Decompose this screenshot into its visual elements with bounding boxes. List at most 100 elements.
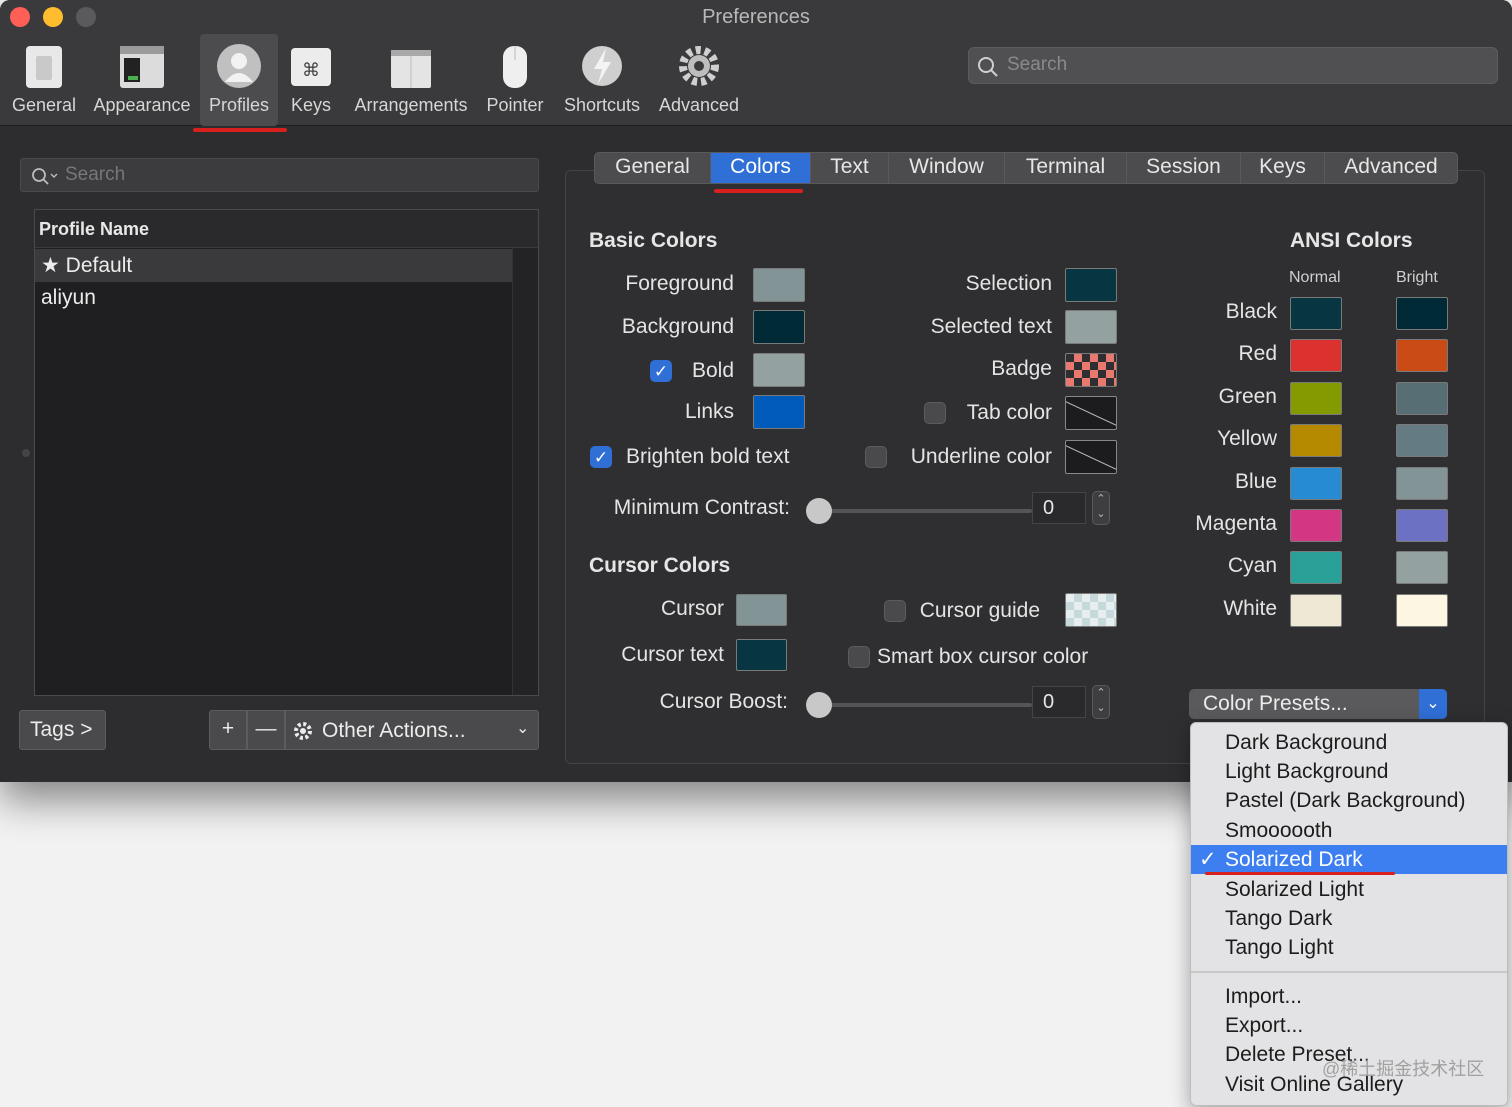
preset-solarized-dark[interactable]: ✓ Solarized Dark [1191, 845, 1507, 874]
ansi-row-label: White [1223, 596, 1277, 620]
watermark: @稀土掘金技术社区 [1322, 1059, 1485, 1079]
ansi-normal-header: Normal [1289, 269, 1341, 286]
preset-tango-light[interactable]: Tango Light [1191, 933, 1507, 962]
preset-solarized-light[interactable]: Solarized Light [1191, 875, 1507, 904]
selected-text-color-well[interactable] [1065, 310, 1117, 344]
badge-label: Badge [991, 357, 1052, 380]
split-view-handle[interactable] [22, 449, 30, 457]
tab-colors[interactable]: Colors [711, 153, 811, 183]
cursor-guide-color-well[interactable] [1065, 593, 1117, 627]
preset-pastel-dark[interactable]: Pastel (Dark Background) [1191, 786, 1507, 815]
profile-row-aliyun[interactable]: aliyun [35, 282, 512, 315]
foreground-color-well[interactable] [753, 268, 805, 302]
toolbar-advanced-label: Advanced [658, 95, 740, 115]
ansi-row-label: Red [1238, 342, 1277, 366]
bold-label: Bold [691, 359, 734, 382]
toolbar-profiles[interactable]: Profiles [200, 34, 278, 126]
cursor-boost-stepper[interactable]: ⌃ ⌄ [1092, 685, 1110, 719]
preset-smoooooth[interactable]: Smoooooth [1191, 816, 1507, 845]
ansi-normal-color-well[interactable] [1290, 509, 1342, 542]
tab-keys[interactable]: Keys [1241, 153, 1325, 183]
cursor-boost-slider[interactable] [812, 703, 1032, 707]
toolbar-search-field[interactable]: Search [968, 47, 1498, 84]
preset-tango-dark[interactable]: Tango Dark [1191, 904, 1507, 933]
tab-window[interactable]: Window [889, 153, 1005, 183]
ansi-normal-color-well[interactable] [1290, 424, 1342, 458]
tab-color-checkbox[interactable] [924, 402, 946, 424]
remove-profile-button[interactable]: — [247, 710, 285, 750]
underline-color-checkbox[interactable] [865, 446, 887, 468]
add-profile-button[interactable]: + [209, 710, 247, 750]
toolbar-general-label: General [11, 95, 77, 115]
toolbar-general[interactable]: General [4, 34, 84, 126]
toolbar-keys[interactable]: ⌘ Keys [283, 34, 339, 126]
preset-import[interactable]: Import... [1191, 982, 1507, 1011]
badge-color-well[interactable] [1065, 353, 1117, 387]
tab-terminal[interactable]: Terminal [1005, 153, 1127, 183]
profile-name-column-header[interactable]: Profile Name [35, 210, 538, 248]
ansi-bright-color-well[interactable] [1396, 381, 1448, 415]
profile-row-label: aliyun [41, 286, 96, 309]
preset-export[interactable]: Export... [1191, 1011, 1507, 1040]
profile-list-scrollbar[interactable] [512, 248, 538, 695]
selection-label: Selection [965, 272, 1052, 295]
command-key-icon: ⌘ [291, 48, 331, 86]
ansi-colors-heading: ANSI Colors [1290, 229, 1413, 252]
ansi-bright-color-well[interactable] [1396, 424, 1448, 458]
ansi-bright-color-well[interactable] [1396, 466, 1448, 500]
ansi-normal-color-well[interactable] [1290, 381, 1342, 415]
minimum-contrast-value[interactable]: 0 [1032, 492, 1086, 524]
preset-light-background[interactable]: Light Background [1191, 757, 1507, 786]
cursor-boost-value[interactable]: 0 [1032, 686, 1086, 718]
ansi-bright-color-well[interactable] [1396, 297, 1448, 330]
background-color-well[interactable] [753, 310, 805, 344]
brighten-bold-checkbox[interactable]: ✓ [590, 446, 612, 468]
ansi-bright-color-well[interactable] [1396, 593, 1448, 627]
tags-button[interactable]: Tags > [19, 710, 106, 750]
tab-advanced[interactable]: Advanced [1325, 153, 1457, 183]
cursor-boost-knob[interactable] [806, 692, 832, 718]
chevron-down-icon: ⌄ [516, 720, 530, 737]
ansi-row-label: Magenta [1195, 512, 1277, 535]
ansi-normal-color-well[interactable] [1290, 593, 1342, 627]
background-label: Background [621, 315, 734, 338]
other-actions-button[interactable]: Other Actions... ⌄ [285, 710, 539, 750]
profiles-underline-annotation [193, 128, 287, 132]
preset-dark-background[interactable]: Dark Background [1191, 728, 1507, 757]
tab-session[interactable]: Session [1127, 153, 1241, 183]
ansi-bright-color-well[interactable] [1396, 339, 1448, 373]
tab-text[interactable]: Text [811, 153, 889, 183]
profile-row-default[interactable]: ★ Default [35, 249, 512, 282]
cursor-guide-checkbox[interactable] [884, 600, 906, 622]
ansi-normal-color-well[interactable] [1290, 339, 1342, 373]
ansi-normal-color-well[interactable] [1290, 297, 1342, 330]
underline-color-well[interactable] [1065, 440, 1117, 474]
toolbar-arrangements[interactable]: Arrangements [348, 34, 474, 126]
minimum-contrast-knob[interactable] [806, 498, 832, 524]
smart-box-cursor-checkbox[interactable] [848, 646, 870, 668]
color-presets-menu: Dark Background Light Background Pastel … [1190, 722, 1508, 1106]
mouse-pointer-icon [503, 46, 527, 88]
minimum-contrast-slider[interactable] [812, 509, 1032, 513]
minimum-contrast-stepper[interactable]: ⌃ ⌄ [1092, 491, 1110, 525]
cursor-color-well[interactable] [736, 594, 787, 626]
profile-list[interactable]: Profile Name ★ Default aliyun [34, 209, 539, 696]
selection-color-well[interactable] [1065, 268, 1117, 302]
ansi-bright-color-well[interactable] [1396, 509, 1448, 542]
toolbar-shortcuts[interactable]: Shortcuts [557, 34, 647, 126]
toolbar-advanced[interactable]: Advanced [654, 34, 744, 126]
toolbar-appearance[interactable]: Appearance [89, 34, 195, 126]
links-color-well[interactable] [753, 395, 805, 429]
bold-color-well[interactable] [753, 353, 805, 387]
toolbar-pointer[interactable]: Pointer [481, 34, 549, 126]
color-presets-dropdown[interactable]: Color Presets... ⌄ [1189, 689, 1447, 719]
ansi-normal-color-well[interactable] [1290, 551, 1342, 585]
ansi-normal-color-well[interactable] [1290, 466, 1342, 500]
ansi-bright-color-well[interactable] [1396, 551, 1448, 585]
cursor-text-color-well[interactable] [736, 639, 787, 671]
tab-color-well[interactable] [1065, 396, 1117, 430]
bold-checkbox[interactable]: ✓ [650, 360, 672, 382]
profile-search-field[interactable]: Search [20, 158, 539, 192]
tab-general[interactable]: General [595, 153, 711, 183]
basic-colors-heading: Basic Colors [589, 229, 718, 252]
